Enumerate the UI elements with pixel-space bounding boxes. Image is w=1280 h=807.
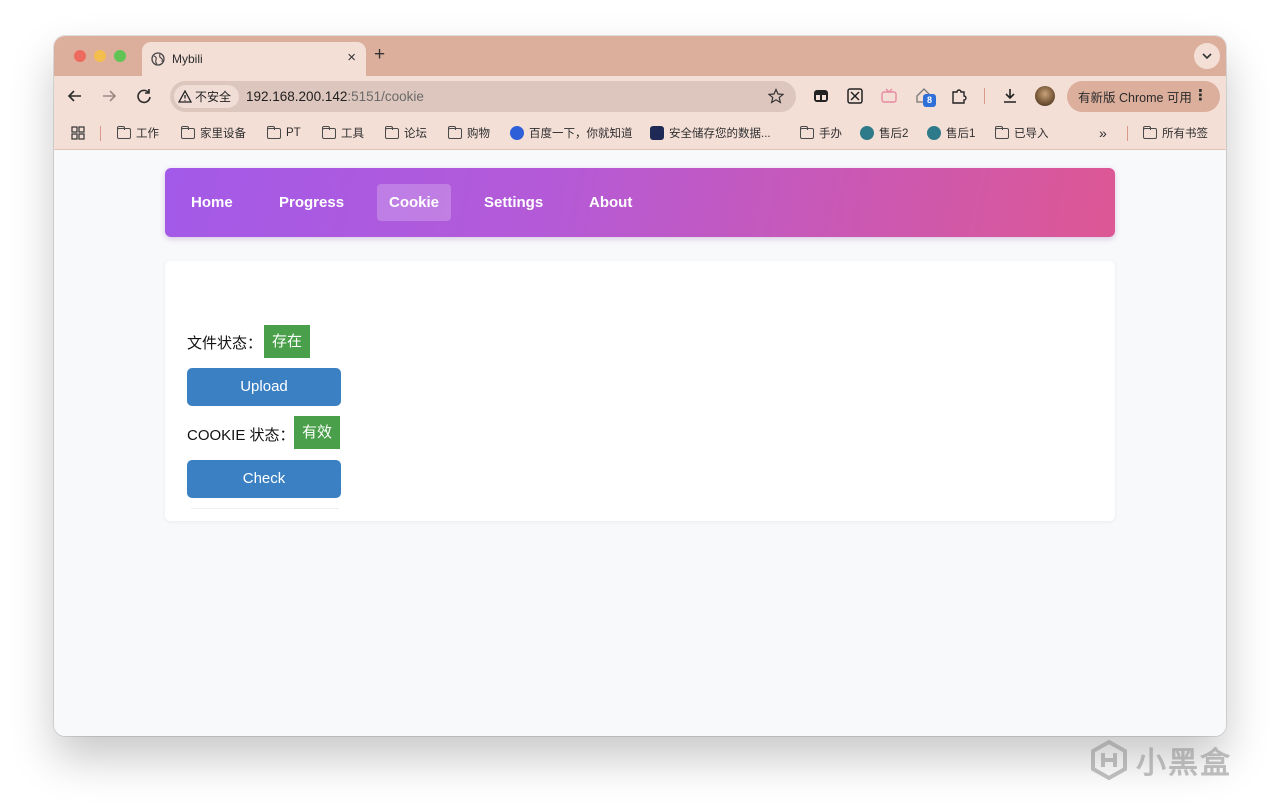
nav-about[interactable]: About <box>577 184 644 221</box>
close-window-button[interactable] <box>74 50 86 62</box>
chrome-update-button[interactable]: 有新版 Chrome 可用 ⋮ <box>1067 81 1220 112</box>
update-label: 有新版 Chrome 可用 <box>1078 91 1192 105</box>
bookmark-label: 工作 <box>136 128 159 140</box>
cookie-status-badge: 有效 <box>294 416 341 449</box>
fullscreen-window-button[interactable] <box>114 50 126 62</box>
app-navbar: Home Progress Cookie Settings About <box>165 168 1115 237</box>
nav-cookie[interactable]: Cookie <box>377 184 452 221</box>
extension-tab-icon[interactable] <box>811 86 831 106</box>
bookmark-label: 售后2 <box>879 128 909 140</box>
sharepoint-icon <box>927 126 941 140</box>
bookmark-label: 家里设备 <box>200 128 246 140</box>
address-bar[interactable]: 不安全 192.168.200.142:5151/cookie <box>170 81 796 112</box>
bookmark-label: 工具 <box>341 128 364 140</box>
file-status-label: 文件状态： <box>187 335 263 352</box>
bookmark-label: 论坛 <box>404 128 427 140</box>
watermark: 小黑盒 <box>1088 736 1232 784</box>
bookmark-folder[interactable]: 已导入 <box>995 125 1049 141</box>
close-icon[interactable]: × <box>347 49 356 67</box>
url-path: :5151/cookie <box>347 89 424 104</box>
warning-icon <box>178 90 192 103</box>
reload-icon[interactable] <box>133 85 155 107</box>
new-tab-button[interactable]: + <box>374 44 385 66</box>
tab-strip: Mybili × + <box>54 36 1226 76</box>
url-text[interactable]: 192.168.200.142:5151/cookie <box>246 89 424 104</box>
bookmark-folder[interactable]: 工作 <box>117 125 159 141</box>
bookmark-folder[interactable]: PT <box>267 125 301 141</box>
chevron-down-icon <box>1202 53 1212 60</box>
file-status-badge: 存在 <box>264 325 311 358</box>
nav-settings[interactable]: Settings <box>472 184 555 221</box>
bookmark-folder[interactable]: 论坛 <box>385 125 427 141</box>
security-chip[interactable]: 不安全 <box>174 85 240 108</box>
toolbar-divider <box>984 88 985 104</box>
tab-mybili[interactable]: Mybili × <box>142 42 366 76</box>
sharepoint-icon <box>860 126 874 140</box>
bookmark-label: 安全储存您的数据... <box>669 128 771 140</box>
bookmark-link[interactable]: 售后1 <box>927 125 975 141</box>
bookmark-label: 购物 <box>467 128 490 140</box>
puzzle-icon[interactable] <box>949 86 969 106</box>
security-label: 不安全 <box>195 90 232 104</box>
folder-icon <box>181 125 195 139</box>
bookmark-label: PT <box>286 127 301 139</box>
all-bookmarks-folder[interactable]: 所有书签 <box>1143 125 1208 141</box>
extension-tv-icon[interactable] <box>879 86 899 106</box>
bookmarks-overflow-chevron[interactable]: » <box>1099 125 1107 141</box>
tab-title: Mybili <box>172 52 203 66</box>
watermark-text: 小黑盒 <box>1136 747 1232 780</box>
bookmarks-bar: 工作 家里设备 PT 工具 论坛 购物 百度一下，你就知道 安全储存您的数据..… <box>54 116 1226 150</box>
browser-window: Mybili × + 不安全 192.168.200.142:5151/cook… <box>54 36 1226 736</box>
extension-count-badge: 8 <box>923 94 936 107</box>
download-icon[interactable] <box>1000 86 1020 106</box>
upload-button[interactable]: Upload <box>187 368 341 406</box>
nav-progress[interactable]: Progress <box>267 184 356 221</box>
back-arrow-icon[interactable] <box>64 85 86 107</box>
xiaoheihe-logo-icon <box>1091 739 1127 781</box>
page-content: Home Progress Cookie Settings About 文件状态… <box>54 151 1226 736</box>
bookmark-folder[interactable]: 家里设备 <box>181 125 246 141</box>
folder-icon <box>800 125 814 139</box>
star-icon[interactable] <box>768 88 784 104</box>
bookmarks-divider <box>1127 126 1128 141</box>
bookmark-label: 手办 <box>819 128 842 140</box>
bookmark-folder[interactable]: 手办 <box>800 125 842 141</box>
bookmarks-divider <box>100 126 101 141</box>
bookmark-folder[interactable]: 工具 <box>322 125 364 141</box>
bookmark-label: 已导入 <box>1014 128 1049 140</box>
folder-icon <box>385 125 399 139</box>
bookmark-link[interactable]: 安全储存您的数据... <box>650 125 771 141</box>
bookmark-folder[interactable]: 购物 <box>448 125 490 141</box>
minimize-window-button[interactable] <box>94 50 106 62</box>
baidu-paw-icon <box>510 126 524 140</box>
folder-icon <box>117 125 131 139</box>
folder-icon <box>322 125 336 139</box>
extension-badge-icon[interactable]: 8 <box>915 86 936 107</box>
forward-arrow-icon[interactable] <box>98 85 120 107</box>
bookmark-label: 所有书签 <box>1162 128 1208 140</box>
browser-toolbar: 不安全 192.168.200.142:5151/cookie 8 有新版 Ch… <box>54 76 1226 116</box>
bookmark-label: 百度一下，你就知道 <box>529 128 633 140</box>
check-button[interactable]: Check <box>187 460 341 498</box>
folder-icon <box>267 125 281 139</box>
folder-icon <box>995 125 1009 139</box>
profile-avatar[interactable] <box>1035 86 1055 106</box>
cookie-card: 文件状态： 存在 Upload COOKIE 状态： 有效 Check <box>165 261 1115 521</box>
cookie-status-label: COOKIE 状态： <box>187 427 295 444</box>
nav-home[interactable]: Home <box>179 184 245 221</box>
url-host: 192.168.200.142 <box>246 89 348 104</box>
tab-search-button[interactable] <box>1194 43 1220 69</box>
globe-icon <box>151 52 165 66</box>
bookmark-link[interactable]: 百度一下，你就知道 <box>510 125 633 141</box>
divider <box>191 508 339 509</box>
more-menu-icon[interactable]: ⋮ <box>1193 87 1208 105</box>
folder-icon <box>448 125 462 139</box>
secure-storage-icon <box>650 126 664 140</box>
bookmark-label: 售后1 <box>946 128 976 140</box>
apps-grid-icon[interactable] <box>71 126 85 140</box>
folder-icon <box>1143 125 1157 139</box>
bookmark-link[interactable]: 售后2 <box>860 125 908 141</box>
extension-cross-icon[interactable] <box>845 86 865 106</box>
